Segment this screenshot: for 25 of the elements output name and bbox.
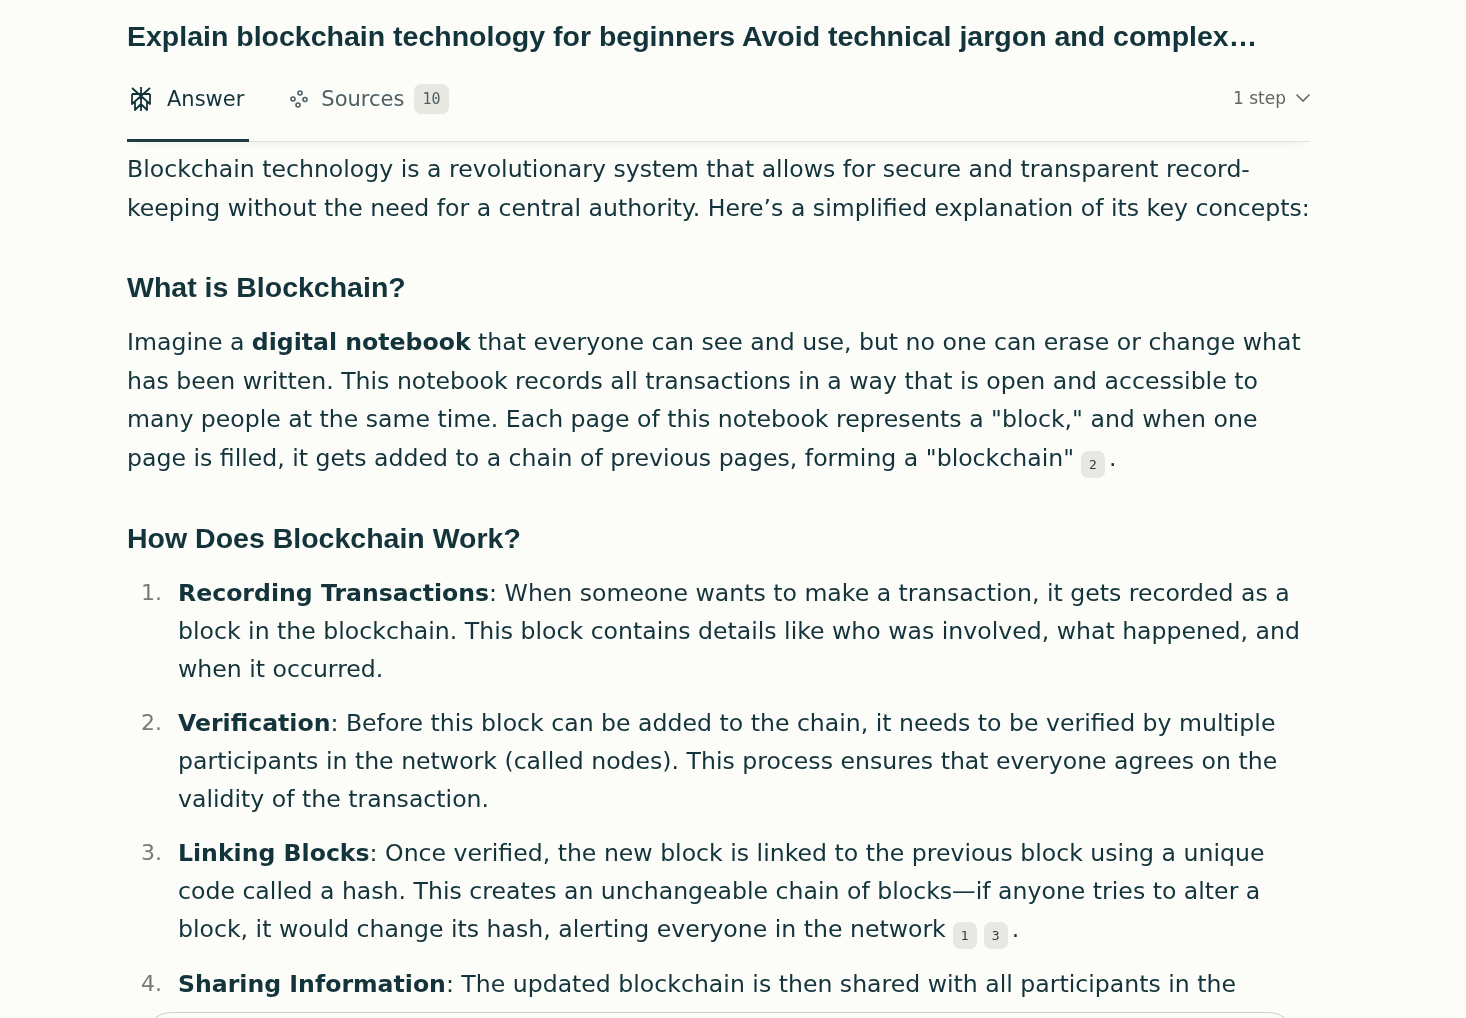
answer-tab[interactable]: Answer — [127, 75, 250, 142]
section-heading: How Does Blockchain Work? — [127, 520, 522, 556]
citation-chip[interactable]: 2 — [1081, 450, 1105, 478]
sources-tab[interactable]: Sources 10 — [288, 75, 454, 142]
dots-icon — [290, 89, 309, 108]
list-number: 1. — [141, 578, 163, 607]
paragraph-text: Imagine a digital notebook that everyone can see and use, but no one can erase or change what has been written. This notebook records all transactions in a way that is open and accessible to many people at the same time. Each page of this notebook represents a "block," and when one page is filled, it gets added to a chain of previous pages, forming a "blockchain" 2 . — [127, 323, 1317, 478]
question-title: Explain blockchain technology for beginners Avoid technical jargon and complex… — [127, 19, 1259, 54]
citation-chip[interactable]: 1 — [952, 921, 977, 949]
list-item-text: Verification: Before this block can be added to the chain, it needs to be verified by multiple participants in the network (called nodes). This process ensures that everyone agrees on the validity of the transaction. — [178, 707, 1279, 815]
list-item-text: Recording Transactions: When someone wants to make a transaction, it gets recorded as a block in the blockchain. This block contains details like who was involved, what happened, and when it occurred. — [178, 577, 1301, 685]
section-heading: What is Blockchain? — [127, 270, 407, 305]
list-number: 2. — [141, 708, 163, 737]
list-item-text: Linking Blocks: Once verified, the new block is linked to the previous block using a unique code called a hash. This creates an unchangeable chain of blocks—if anyone tries to alter a block, it would change its hash, alerting everyone in the network 1 3 . — [178, 833, 1317, 949]
list-number: 4. — [141, 969, 163, 998]
sentence-end: . — [1011, 914, 1020, 943]
chevron-down-icon — [1296, 94, 1310, 102]
list-item-text: Sharing Information: The updated blockchain is then shared with all participants in the — [178, 968, 1237, 1000]
citation-chip[interactable]: 3 — [983, 921, 1008, 949]
asterisk-logo-icon — [129, 85, 153, 112]
count-badge: 10 — [414, 83, 449, 114]
steps-toggle[interactable]: 1 step — [1233, 88, 1310, 108]
paragraph-text: Blockchain technology is a revolutionary system that allows for secure and transparent record-keeping without the need for a central authority. Here’s a simplified explanation of its key concepts: — [127, 154, 1311, 224]
list-number: 3. — [141, 838, 163, 867]
sentence-end: . — [1109, 443, 1117, 472]
